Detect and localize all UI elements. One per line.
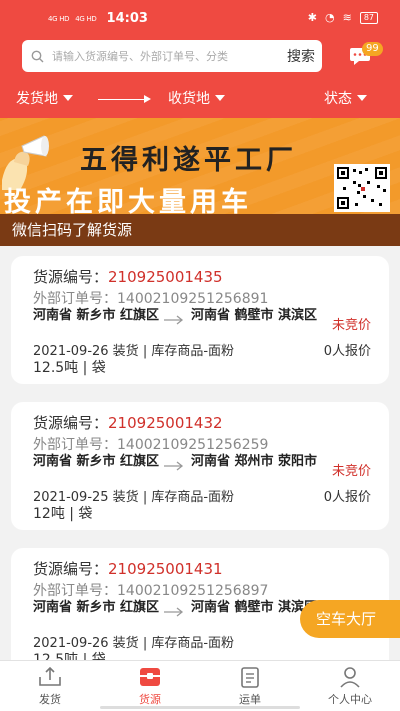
status-filter-label: 状态 (324, 91, 352, 107)
tab-profile[interactable]: 个人中心 (310, 665, 390, 707)
tab-label: 发货 (39, 693, 61, 706)
external-order-label: 外部订单号： (33, 583, 117, 599)
destination-address: 河南省 鹤壁市 淇滨区 (191, 308, 318, 323)
route-arrow-icon (164, 461, 184, 471)
destination-filter[interactable]: 收货地 (168, 88, 225, 108)
empty-truck-hall-button[interactable]: 空车大厅 (300, 600, 400, 638)
external-order-number: 14002109251256897 (117, 583, 269, 599)
cargo-id: 210925001431 (108, 560, 223, 578)
search-button[interactable]: 搜索 (283, 46, 322, 66)
cargo-box-icon (140, 668, 160, 686)
home-indicator (100, 706, 300, 709)
search-bar[interactable]: 请输入货源编号、外部订单号、分类 搜索 (22, 40, 322, 72)
external-order-number: 14002109251256259 (117, 437, 269, 453)
route-arrow-line (98, 99, 148, 100)
search-input[interactable]: 请输入货源编号、外部订单号、分类 (52, 48, 283, 64)
cargo-id-label: 货源编号： (33, 414, 109, 432)
status-bar: 4G HD 4G HD 14:03 ✱ ◔ ≋ 87 (0, 0, 400, 34)
banner-caption: 微信扫码了解货源 (0, 214, 400, 246)
cargo-id: 210925001432 (108, 414, 223, 432)
destination-address: 河南省 郑州市 荥阳市 (191, 454, 318, 469)
weight-packaging: 12.5吨 | 袋 (33, 360, 106, 376)
external-order-label: 外部订单号： (33, 437, 117, 453)
origin-filter-label: 发货地 (16, 91, 58, 107)
wifi-icon: ≋ (342, 11, 352, 24)
cargo-id: 210925001435 (108, 268, 223, 286)
battery-icon: 87 (359, 11, 378, 24)
upload-tray-icon (39, 666, 61, 686)
cargo-id-label: 货源编号： (33, 560, 109, 578)
origin-address: 河南省 新乡市 红旗区 (33, 600, 160, 615)
cargo-card[interactable]: 货源编号：210925001435 外部订单号：1400210925125689… (11, 256, 389, 384)
origin-filter[interactable]: 发货地 (16, 88, 73, 108)
search-icon (22, 50, 52, 63)
network-indicator-1: 4G HD (48, 14, 70, 23)
chevron-down-icon (63, 95, 73, 101)
waybill-icon (241, 667, 259, 688)
tab-label: 个人中心 (328, 693, 372, 706)
tab-cargo[interactable]: 货源 (110, 665, 190, 707)
cargo-card[interactable]: 货源编号：210925001432 外部订单号：1400210925125625… (11, 402, 389, 530)
bluetooth-icon: ✱ (307, 11, 317, 24)
cargo-id-label: 货源编号： (33, 268, 109, 286)
quote-count: 0人报价 (323, 344, 371, 359)
status-filter[interactable]: 状态 (324, 88, 367, 108)
person-icon (340, 667, 360, 688)
tab-label: 货源 (139, 693, 161, 706)
filter-bar: 发货地 收货地 状态 (0, 88, 400, 112)
weight-packaging: 12吨 | 袋 (33, 506, 93, 522)
bid-status: 未竞价 (331, 464, 371, 479)
qr-code-icon (334, 164, 390, 212)
network-indicator-2: 4G HD (75, 14, 97, 23)
external-order-number: 14002109251256891 (117, 291, 269, 307)
origin-address: 河南省 新乡市 红旗区 (33, 308, 160, 323)
route-arrow-icon (144, 95, 151, 103)
bottom-tab-bar: 发货 货源 运单 个人中心 (0, 660, 400, 711)
tab-waybill[interactable]: 运单 (210, 665, 290, 707)
route-arrow-icon (164, 315, 184, 325)
chevron-down-icon (357, 95, 367, 101)
destination-filter-label: 收货地 (168, 91, 210, 107)
origin-address: 河南省 新乡市 红旗区 (33, 454, 160, 469)
chevron-down-icon (215, 95, 225, 101)
tab-ship[interactable]: 发货 (10, 665, 90, 707)
route-arrow-icon (164, 607, 184, 617)
quote-count: 0人报价 (323, 490, 371, 505)
message-badge: 99 (362, 42, 383, 56)
clock: 14:03 (106, 11, 148, 26)
tab-label: 运单 (239, 693, 261, 706)
banner-headline: 五得利遂平工厂 (80, 145, 297, 176)
bid-status: 未竞价 (331, 318, 371, 333)
header: 4G HD 4G HD 14:03 ✱ ◔ ≋ 87 请输入货源编号、外部订单号… (0, 0, 400, 118)
alarm-icon: ◔ (324, 11, 335, 24)
external-order-label: 外部订单号： (33, 291, 117, 307)
